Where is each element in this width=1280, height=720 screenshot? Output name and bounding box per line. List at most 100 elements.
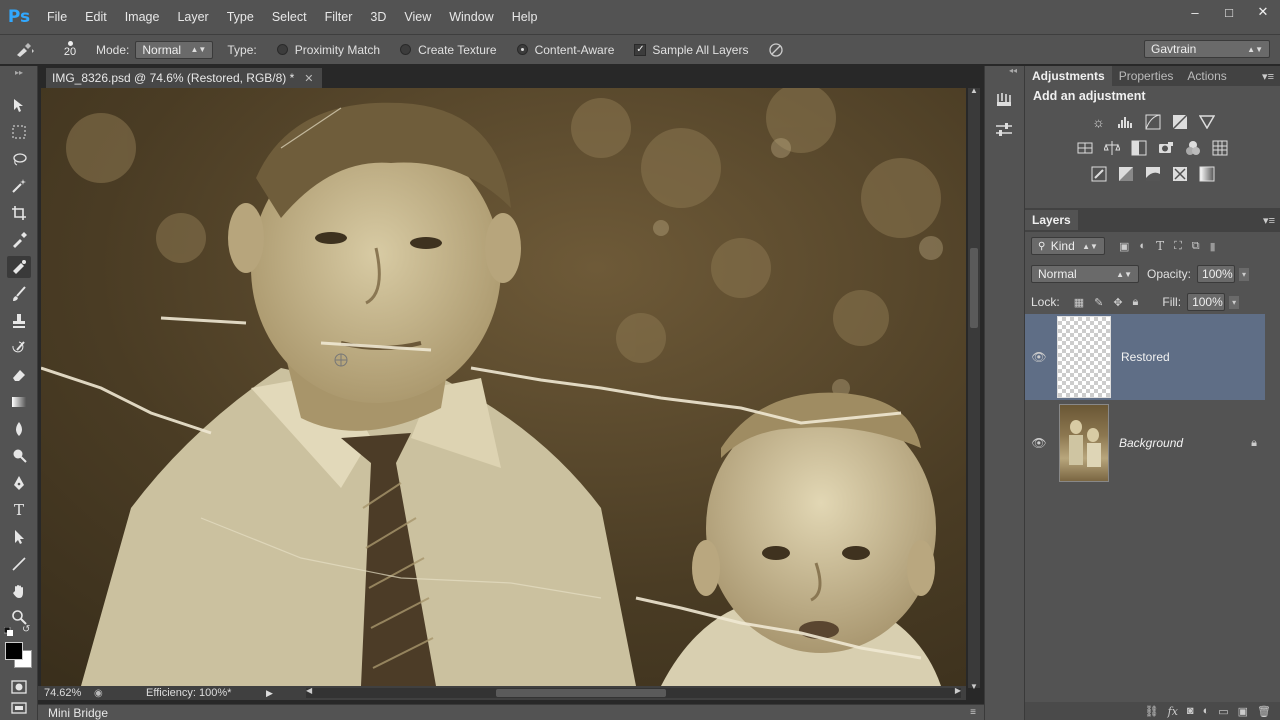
menu-view[interactable]: View (395, 0, 440, 34)
link-layers-icon[interactable]: ⛓ (1145, 705, 1159, 718)
zoom-level[interactable]: 74.62% (38, 687, 82, 699)
line-tool-icon[interactable] (7, 553, 31, 575)
menu-image[interactable]: Image (116, 0, 169, 34)
filter-type-icon[interactable]: T (1156, 239, 1164, 253)
proximity-match-radio[interactable] (276, 44, 288, 55)
scroll-up-icon[interactable]: ▲ (970, 86, 978, 95)
tab-actions[interactable]: Actions (1180, 66, 1233, 86)
menu-filter[interactable]: Filter (316, 0, 362, 34)
photo-filter-icon[interactable] (1156, 137, 1177, 158)
spot-healing-brush-tool-icon[interactable] (7, 256, 31, 278)
quick-mask-icon[interactable] (7, 676, 31, 698)
filter-adjustment-icon[interactable]: ◐ (1139, 240, 1146, 252)
gradient-tool-icon[interactable] (7, 391, 31, 413)
panel-menu-icon[interactable]: ▾≡ (1263, 214, 1275, 227)
menu-select[interactable]: Select (263, 0, 316, 34)
menu-edit[interactable]: Edit (76, 0, 116, 34)
opacity-field[interactable]: 100% (1197, 265, 1236, 283)
vertical-scroll-thumb[interactable] (970, 248, 978, 328)
threshold-icon[interactable] (1142, 163, 1163, 184)
horizontal-scroll-thumb[interactable] (496, 689, 666, 697)
tab-layers[interactable]: Layers (1025, 210, 1078, 230)
posterize-icon[interactable] (1115, 163, 1136, 184)
new-group-icon[interactable]: ▭ (1218, 705, 1228, 718)
spot-healing-tool-preset-icon[interactable] (0, 42, 50, 58)
channel-mixer-icon[interactable] (1183, 137, 1204, 158)
scroll-left-icon[interactable]: ◀ (306, 686, 312, 695)
document-tab[interactable]: IMG_8326.psd @ 74.6% (Restored, RGB/8) *… (46, 68, 322, 88)
lock-all-icon[interactable]: 🔒︎ (1133, 296, 1139, 309)
menu-type[interactable]: Type (218, 0, 263, 34)
lock-position-icon[interactable]: ✥ (1113, 296, 1122, 309)
selective-color-icon[interactable] (1169, 163, 1190, 184)
brush-presets-icon[interactable] (995, 92, 1013, 113)
eyedropper-tool-icon[interactable] (7, 229, 31, 251)
menu-layer[interactable]: Layer (168, 0, 217, 34)
minimize-button[interactable]: – (1178, 0, 1212, 24)
eraser-tool-icon[interactable] (7, 364, 31, 386)
hand-tool-icon[interactable] (7, 580, 31, 602)
toolbar-collapse-icon[interactable]: ▸▸ (2, 66, 36, 78)
menu-window[interactable]: Window (440, 0, 502, 34)
layer-locked-icon[interactable]: 🔒︎ (1251, 437, 1257, 450)
filter-pixel-icon[interactable]: ▣ (1119, 240, 1129, 253)
mode-dropdown[interactable]: Normal ▲▼ (135, 40, 214, 59)
layer-name[interactable]: Background (1119, 436, 1183, 450)
brush-size-picker[interactable]: 20 (50, 37, 90, 63)
marquee-tool-icon[interactable] (7, 121, 31, 143)
crop-tool-icon[interactable] (7, 202, 31, 224)
visibility-eye-icon[interactable]: 👁︎ (1025, 350, 1053, 364)
sample-all-layers-checkbox[interactable]: ✓ (634, 43, 647, 56)
exposure-icon[interactable] (1169, 111, 1190, 132)
lasso-tool-icon[interactable] (7, 148, 31, 170)
maximize-button[interactable]: □ (1212, 0, 1246, 24)
scroll-down-icon[interactable]: ▼ (970, 682, 978, 691)
black-white-icon[interactable] (1129, 137, 1150, 158)
screen-mode-icon[interactable] (7, 698, 31, 720)
create-texture-radio[interactable] (400, 44, 412, 55)
path-selection-tool-icon[interactable] (7, 526, 31, 548)
move-tool-icon[interactable] (7, 94, 31, 116)
fill-slider-arrow-icon[interactable]: ▾ (1229, 295, 1240, 309)
lock-image-icon[interactable]: ✎ (1094, 296, 1103, 309)
add-mask-icon[interactable]: ◙ (1187, 705, 1194, 717)
brush-tool-icon[interactable] (7, 283, 31, 305)
panel-menu-icon[interactable]: ▾≡ (1262, 70, 1274, 83)
horizontal-scrollbar[interactable]: ◀ ▶ (306, 686, 961, 698)
color-lookup-icon[interactable] (1210, 137, 1231, 158)
filter-smart-object-icon[interactable]: ⧉ (1192, 240, 1200, 253)
default-colors-icon[interactable] (3, 626, 14, 636)
visibility-eye-icon[interactable]: 👁︎ (1025, 436, 1053, 450)
vibrance-icon[interactable] (1196, 111, 1217, 132)
layer-row-restored[interactable]: 👁︎ Restored (1025, 314, 1265, 400)
tool-presets-icon[interactable] (995, 122, 1013, 141)
vertical-scrollbar[interactable]: ▲ ▼ (968, 86, 980, 691)
layer-name[interactable]: Restored (1121, 350, 1170, 364)
delete-layer-icon[interactable]: 🗑︎ (1257, 705, 1271, 718)
layer-style-icon[interactable]: fx (1168, 705, 1178, 718)
swap-colors-icon[interactable]: ↺ (22, 624, 30, 635)
brightness-icon[interactable]: ☼ (1088, 111, 1109, 132)
tab-properties[interactable]: Properties (1112, 66, 1181, 86)
color-balance-icon[interactable] (1102, 137, 1123, 158)
new-layer-icon[interactable]: ▣ (1238, 705, 1248, 718)
filter-shape-icon[interactable]: ⛶ (1174, 240, 1182, 253)
layer-row-background[interactable]: 👁︎ Background 🔒︎ (1025, 400, 1265, 486)
opacity-slider-arrow-icon[interactable]: ▾ (1239, 267, 1250, 281)
kind-filter-dropdown[interactable]: ⚲ Kind ▲▼ (1031, 237, 1105, 255)
fill-field[interactable]: 100% (1187, 293, 1226, 311)
status-menu-arrow-icon[interactable]: ▶ (266, 688, 273, 699)
scroll-right-icon[interactable]: ▶ (955, 686, 961, 695)
close-document-icon[interactable]: ✕ (304, 72, 313, 85)
menu-file[interactable]: File (38, 0, 76, 34)
workspace-dropdown[interactable]: Gavtrain ▲▼ (1144, 40, 1270, 58)
magic-wand-tool-icon[interactable] (7, 175, 31, 197)
pressure-size-icon[interactable] (768, 42, 788, 58)
tab-adjustments[interactable]: Adjustments (1025, 66, 1112, 86)
pen-tool-icon[interactable] (7, 472, 31, 494)
gradient-map-icon[interactable] (1196, 163, 1217, 184)
mini-bridge-bar[interactable]: Mini Bridge ≡ (38, 704, 984, 720)
menu-help[interactable]: Help (503, 0, 547, 34)
curves-icon[interactable] (1142, 111, 1163, 132)
status-info-icon[interactable]: ◉ (94, 688, 110, 699)
